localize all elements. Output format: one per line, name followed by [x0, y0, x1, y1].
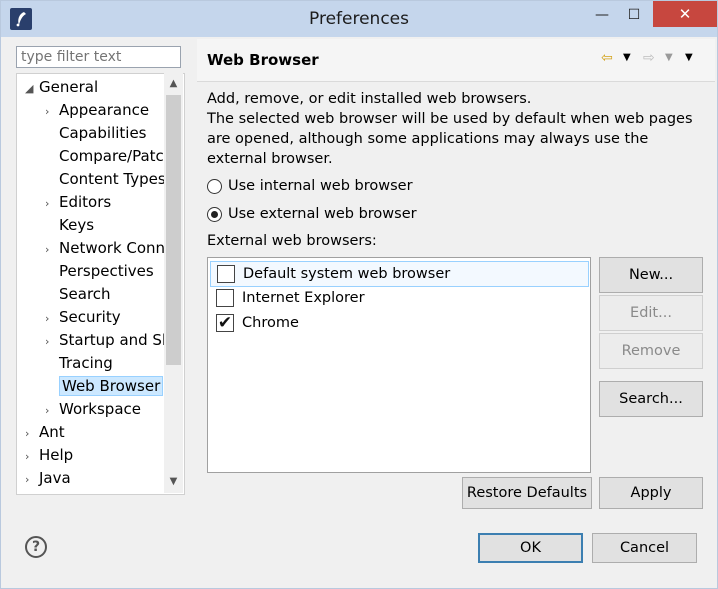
radio-external-browser[interactable]: Use external web browser [207, 204, 417, 224]
forward-menu-icon[interactable]: ▼ [665, 49, 673, 67]
tree-item-editors[interactable]: › Editors [45, 191, 111, 213]
list-item-chrome[interactable]: ✔ Chrome [210, 311, 587, 335]
radio-button-selected[interactable] [207, 206, 222, 222]
tree-item-compare-patch[interactable]: Compare/Patc [45, 145, 164, 167]
collapsed-arrow-icon[interactable]: › [25, 423, 39, 445]
tree-item-appearance[interactable]: › Appearance [45, 99, 149, 121]
tree-item-java[interactable]: › Java [25, 467, 71, 489]
list-item-default-system-browser[interactable]: Default system web browser [210, 261, 589, 287]
remove-browser-button[interactable]: Remove [599, 333, 703, 369]
back-arrow-icon[interactable]: ⇦ [601, 49, 613, 67]
preferences-window: Preferences — ☐ ✕ ◢General ›Appearance C… [0, 0, 718, 589]
preferences-tree[interactable]: ◢ General › Appearance Capabilities Compar… [16, 73, 185, 495]
collapsed-arrow-icon[interactable]: › [25, 446, 39, 468]
scroll-up-icon[interactable]: ▲ [164, 75, 183, 93]
collapsed-arrow-icon[interactable]: › [25, 469, 39, 491]
collapsed-arrow-icon[interactable]: › [45, 400, 59, 422]
tree-item-perspectives[interactable]: Perspectives [45, 260, 154, 282]
scrollbar-thumb[interactable] [166, 95, 181, 365]
tree-scrollbar[interactable]: ▲ ▼ [164, 73, 183, 493]
filter-input[interactable] [16, 46, 181, 68]
collapsed-arrow-icon[interactable]: › [45, 239, 59, 261]
restore-defaults-button[interactable]: Restore Defaults [462, 477, 592, 509]
tree-item-startup-shutdown[interactable]: › Startup and Sh [45, 329, 171, 351]
apply-button[interactable]: Apply [599, 477, 703, 509]
edit-browser-button[interactable]: Edit... [599, 295, 703, 331]
tree-item-keys[interactable]: Keys [45, 214, 94, 236]
cancel-button[interactable]: Cancel [592, 533, 697, 563]
list-item-internet-explorer[interactable]: Internet Explorer [210, 286, 587, 310]
radio-button[interactable] [207, 178, 222, 194]
close-icon: ✕ [678, 5, 692, 23]
radio-internal-browser[interactable]: Use internal web browser [207, 176, 413, 196]
checkbox-checked[interactable]: ✔ [216, 314, 234, 332]
tree-item-general[interactable]: ◢ General [25, 76, 98, 98]
tree-item-ant[interactable]: › Ant [25, 421, 65, 443]
collapsed-arrow-icon[interactable]: › [45, 308, 59, 330]
tree-item-network-connections[interactable]: › Network Conn [45, 237, 165, 259]
tree-item-search[interactable]: Search [45, 283, 111, 305]
browsers-list[interactable]: Default system web browser Internet Expl… [207, 257, 591, 473]
checkbox[interactable] [216, 289, 234, 307]
search-browsers-button[interactable]: Search... [599, 381, 703, 417]
minimize-button[interactable]: — [587, 1, 617, 29]
help-icon[interactable]: ? [25, 536, 47, 558]
new-browser-button[interactable]: New... [599, 257, 703, 293]
collapsed-arrow-icon[interactable]: › [45, 193, 59, 215]
back-menu-icon[interactable]: ▼ [623, 49, 631, 67]
tree-item-tracing[interactable]: Tracing [45, 352, 113, 374]
expanded-arrow-icon[interactable]: ◢ [25, 78, 39, 100]
ok-button[interactable]: OK [478, 533, 583, 563]
collapsed-arrow-icon[interactable]: › [45, 101, 59, 123]
page-description: Add, remove, or edit installed web brows… [207, 91, 693, 167]
tree-item-web-browser[interactable]: Web Browser [45, 375, 164, 397]
maximize-button[interactable]: ☐ [619, 1, 649, 29]
tree-item-security[interactable]: › Security [45, 306, 121, 328]
maximize-icon: ☐ [627, 7, 641, 23]
tree-item-content-types[interactable]: Content Types [45, 168, 166, 190]
page-header: Web Browser ⇦ ▼ ⇨ ▼ ▼ [197, 39, 715, 82]
collapsed-arrow-icon[interactable]: › [45, 331, 59, 353]
close-button[interactable]: ✕ [653, 1, 717, 27]
scroll-down-icon[interactable]: ▼ [164, 473, 183, 491]
external-browsers-label: External web browsers: [207, 233, 377, 249]
checkbox[interactable] [217, 265, 235, 283]
forward-arrow-icon[interactable]: ⇨ [643, 49, 655, 67]
view-menu-icon[interactable]: ▼ [685, 49, 693, 67]
page-title: Web Browser [207, 51, 319, 69]
tree-item-help[interactable]: › Help [25, 444, 73, 466]
minimize-icon: — [595, 7, 609, 23]
title-bar: Preferences — ☐ ✕ [1, 1, 717, 37]
tree-item-capabilities[interactable]: Capabilities [45, 122, 147, 144]
tree-item-workspace[interactable]: › Workspace [45, 398, 141, 420]
